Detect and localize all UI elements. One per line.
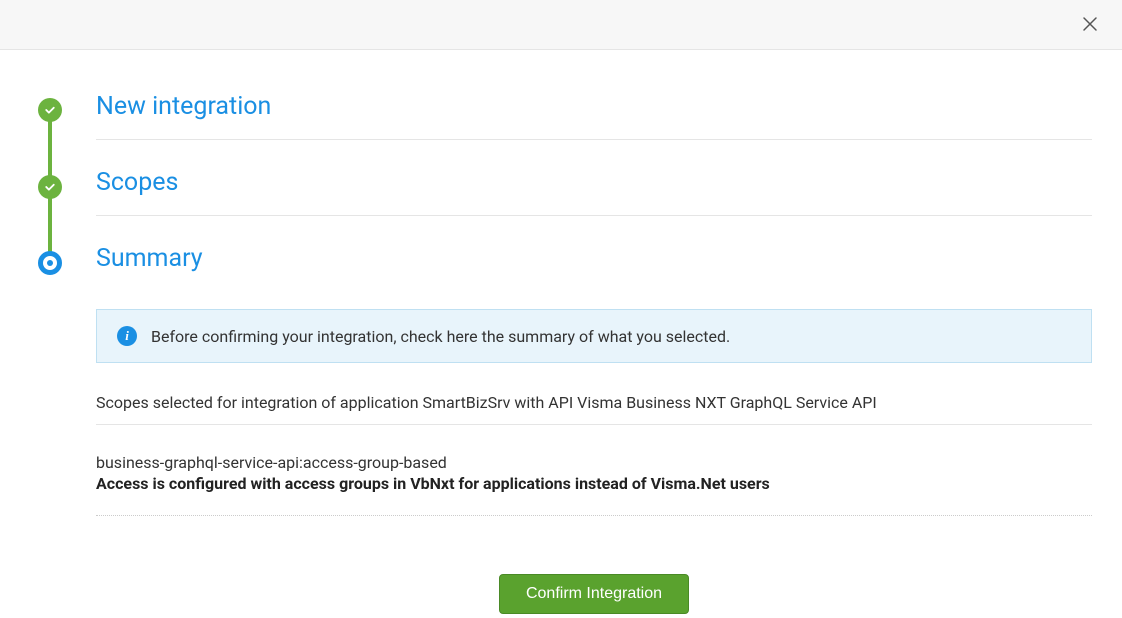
scope-description: Access is configured with access groups … bbox=[96, 474, 1092, 493]
scope-item: business-graphql-service-api:access-grou… bbox=[96, 453, 1092, 516]
check-icon bbox=[44, 104, 56, 116]
close-button[interactable] bbox=[1080, 14, 1100, 34]
step-scopes: Scopes bbox=[96, 164, 1092, 216]
step-heading-scopes[interactable]: Scopes bbox=[96, 164, 1092, 216]
step-new-integration: New integration bbox=[96, 88, 1092, 140]
scopes-selected-heading: Scopes selected for integration of appli… bbox=[96, 393, 1092, 425]
topbar bbox=[0, 0, 1122, 50]
step-indicator-scopes bbox=[38, 175, 62, 199]
step-indicator-summary bbox=[38, 251, 62, 275]
info-box: i Before confirming your integration, ch… bbox=[96, 309, 1092, 363]
confirm-integration-button[interactable]: Confirm Integration bbox=[499, 574, 689, 614]
step-summary: Summary i Before confirming your integra… bbox=[96, 240, 1092, 614]
step-indicator-new-integration bbox=[38, 98, 62, 122]
info-message: Before confirming your integration, chec… bbox=[151, 327, 730, 346]
confirm-wrap: Confirm Integration bbox=[96, 574, 1092, 614]
stepper bbox=[0, 88, 96, 618]
content: New integration Scopes Summary i Before … bbox=[0, 50, 1122, 618]
close-icon bbox=[1082, 16, 1098, 32]
main: New integration Scopes Summary i Before … bbox=[96, 88, 1122, 618]
step-heading-new-integration[interactable]: New integration bbox=[96, 88, 1092, 140]
check-icon bbox=[44, 181, 56, 193]
step-heading-summary[interactable]: Summary bbox=[96, 240, 1092, 279]
info-icon: i bbox=[117, 326, 137, 346]
scope-name: business-graphql-service-api:access-grou… bbox=[96, 453, 1092, 472]
